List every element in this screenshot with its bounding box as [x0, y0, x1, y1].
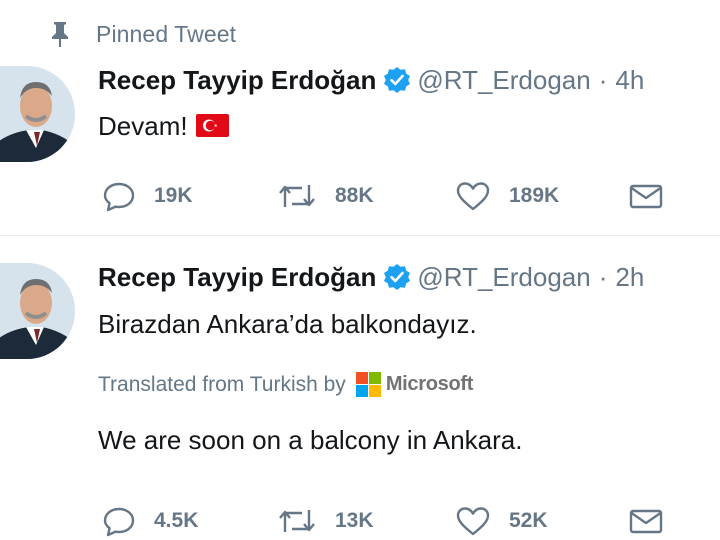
author-name[interactable]: Recep Tayyip Erdoğan — [98, 65, 376, 96]
reply-button[interactable]: 19K — [102, 178, 193, 214]
tweet-text-content: Devam! — [98, 111, 188, 141]
retweet-button[interactable]: 88K — [277, 178, 374, 214]
turkey-flag-icon — [195, 114, 229, 137]
verified-badge-icon — [384, 264, 411, 290]
envelope-icon — [629, 509, 663, 534]
envelope-icon — [629, 184, 663, 209]
direct-message-button[interactable] — [628, 178, 664, 214]
tweet-header: Recep Tayyip Erdoğan @RT_Erdogan · 4h — [98, 63, 644, 97]
retweet-button[interactable]: 13K — [277, 503, 374, 539]
translated-from-label: Translated from Turkish by — [98, 372, 346, 396]
translation-attribution: Translated from Turkish by Microsoft — [98, 372, 473, 397]
direct-message-button[interactable] — [628, 503, 664, 539]
reply-count: 19K — [154, 184, 193, 207]
tweet-text: Birazdan Ankara’da balkondayız. — [98, 309, 477, 339]
avatar[interactable] — [0, 66, 75, 162]
heart-icon — [456, 182, 490, 211]
like-button[interactable]: 189K — [455, 178, 559, 214]
tweet-timestamp[interactable]: 4h — [615, 65, 644, 96]
pinned-tweet[interactable]: Pinned Tweet Recep Tayyip Erdoğan @RT_Er… — [0, 0, 720, 236]
separator-dot: · — [598, 261, 608, 292]
pinned-label: Pinned Tweet — [96, 20, 237, 47]
pin-icon — [52, 22, 68, 47]
author-handle[interactable]: @RT_Erdogan — [417, 262, 590, 293]
retweet-icon — [279, 185, 315, 207]
retweet-count: 88K — [335, 184, 374, 207]
reply-button[interactable]: 4.5K — [102, 503, 198, 539]
tweet[interactable]: Recep Tayyip Erdoğan @RT_Erdogan · 2h Bi… — [0, 237, 720, 540]
microsoft-logo-icon — [355, 372, 381, 397]
pinned-indicator: Pinned Tweet — [48, 18, 236, 50]
like-button[interactable]: 52K — [455, 503, 548, 539]
tweet-header: Recep Tayyip Erdoğan @RT_Erdogan · 2h — [98, 260, 644, 294]
reply-icon — [103, 182, 135, 212]
separator-dot: · — [598, 64, 608, 95]
tweet-actions: 19K 88K 189K — [102, 178, 720, 214]
avatar[interactable] — [0, 263, 75, 359]
like-count: 189K — [509, 184, 560, 207]
tweet-timestamp[interactable]: 2h — [615, 262, 644, 293]
translated-text: We are soon on a balcony in Ankara. — [98, 425, 523, 455]
heart-icon — [456, 507, 490, 536]
author-handle[interactable]: @RT_Erdogan — [417, 65, 590, 96]
like-count: 52K — [509, 509, 548, 532]
translation-provider[interactable]: Microsoft — [386, 373, 474, 396]
reply-count: 4.5K — [154, 509, 199, 532]
retweet-count: 13K — [335, 509, 374, 532]
tweet-actions: 4.5K 13K 52K — [102, 503, 720, 539]
retweet-icon — [279, 510, 315, 532]
tweet-text: Devam! — [98, 111, 229, 142]
author-name[interactable]: Recep Tayyip Erdoğan — [98, 262, 376, 293]
verified-badge-icon — [384, 67, 411, 93]
reply-icon — [103, 507, 135, 537]
